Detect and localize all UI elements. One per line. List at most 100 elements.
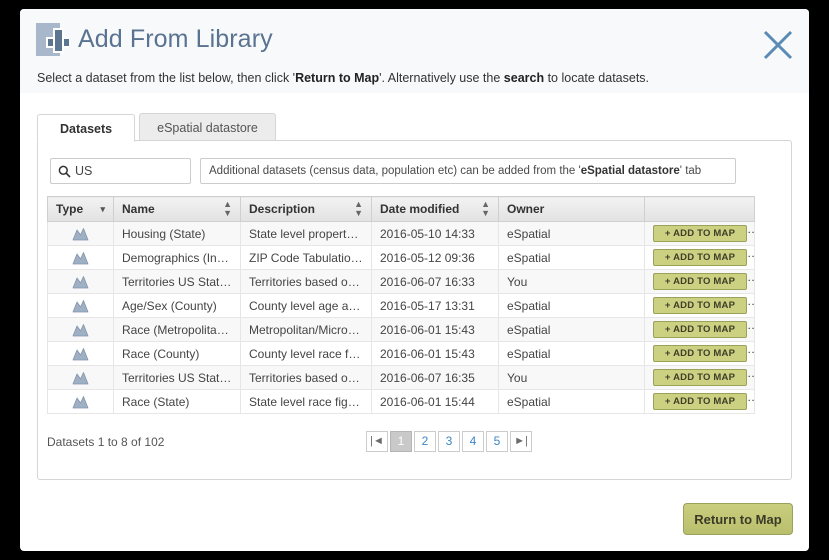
cell-name: Race (Metropolitan/M... xyxy=(113,317,241,342)
cell-type xyxy=(47,389,114,414)
table-row[interactable]: Race (Metropolitan/M... Metropolitan/Micr… xyxy=(47,317,755,342)
cell-actions: + ADD TO MAP xyxy=(644,245,755,270)
cell-description: Territories based on ... xyxy=(240,269,372,294)
add-document-icon xyxy=(36,23,69,56)
add-to-map-button[interactable]: + ADD TO MAP xyxy=(653,273,747,290)
cell-date-modified: 2016-06-01 15:43 xyxy=(371,317,499,342)
cell-type xyxy=(47,221,114,246)
cell-actions: + ADD TO MAP xyxy=(644,221,755,246)
cell-actions: + ADD TO MAP xyxy=(644,293,755,318)
table-row[interactable]: Territories US States 3 Territories based… xyxy=(47,365,755,390)
cell-description: County level race fig... xyxy=(240,341,372,366)
table-row[interactable]: Demographics (India... ZIP Code Tabulatio… xyxy=(47,245,755,270)
return-to-map-button[interactable]: Return to Map xyxy=(683,503,793,535)
cell-date-modified: 2016-06-07 16:35 xyxy=(371,365,499,390)
dialog-title-row: Add From Library xyxy=(20,9,809,56)
add-to-map-button[interactable]: + ADD TO MAP xyxy=(653,321,747,338)
info-text-1: Additional datasets (census data, popula… xyxy=(209,165,581,177)
map-layer-icon xyxy=(72,372,89,385)
cell-owner: eSpatial xyxy=(498,293,645,318)
page-button-5[interactable]: 5 xyxy=(486,431,508,452)
column-header-owner[interactable]: Owner xyxy=(498,196,645,222)
page-first-button[interactable]: |◄ xyxy=(366,431,388,452)
add-to-map-button[interactable]: + ADD TO MAP xyxy=(653,345,747,362)
search-icon xyxy=(58,165,71,178)
dialog-subtitle: Select a dataset from the list below, th… xyxy=(37,71,649,85)
page-button-4[interactable]: 4 xyxy=(462,431,484,452)
chevron-down-icon: ▾ xyxy=(100,203,105,214)
add-to-map-button[interactable]: + ADD TO MAP xyxy=(653,369,747,386)
tab-bar: Datasets eSpatial datastore xyxy=(37,112,792,142)
page-title: Add From Library xyxy=(78,25,273,53)
cell-actions: + ADD TO MAP xyxy=(644,317,755,342)
column-header-name[interactable]: Name ▲ ▼ xyxy=(113,196,241,222)
cell-description: Metropolitan/Micropo... xyxy=(240,317,372,342)
map-layer-icon xyxy=(72,348,89,361)
cell-name: Race (County) xyxy=(113,341,241,366)
tab-espatial-datastore[interactable]: eSpatial datastore xyxy=(139,113,276,141)
search-box[interactable] xyxy=(50,158,191,184)
pagination: |◄ 1 2 3 4 5 ►| xyxy=(366,431,534,452)
cell-type xyxy=(47,293,114,318)
map-layer-icon xyxy=(72,228,89,241)
cell-actions: + ADD TO MAP xyxy=(644,269,755,294)
add-to-map-button[interactable]: + ADD TO MAP xyxy=(653,225,747,242)
cell-type xyxy=(47,365,114,390)
column-header-actions xyxy=(644,196,755,222)
cell-description: ZIP Code Tabulation ... xyxy=(240,245,372,270)
cell-description: State level property u... xyxy=(240,221,372,246)
add-to-map-button[interactable]: + ADD TO MAP xyxy=(653,393,747,410)
cell-description: State level race figur... xyxy=(240,389,372,414)
map-layer-icon xyxy=(72,276,89,289)
subtitle-text-1: Select a dataset from the list below, th… xyxy=(37,71,296,85)
subtitle-text-3: to locate datasets. xyxy=(544,71,650,85)
cell-name: Race (State) xyxy=(113,389,241,414)
column-header-description[interactable]: Description ▲ ▼ xyxy=(240,196,372,222)
column-header-date-modified-label: Date modified xyxy=(380,202,460,216)
map-layer-icon xyxy=(72,324,89,337)
cell-type xyxy=(47,245,114,270)
table-row[interactable]: Housing (State) State level property u...… xyxy=(47,221,755,246)
cell-name: Age/Sex (County) xyxy=(113,293,241,318)
cell-date-modified: 2016-06-01 15:43 xyxy=(371,341,499,366)
cell-description: County level age and... xyxy=(240,293,372,318)
datasets-table-body: Housing (State) State level property u...… xyxy=(47,221,755,414)
cell-owner: You xyxy=(498,365,645,390)
info-text-2: ' tab xyxy=(679,165,702,177)
cell-description: Territories based on ... xyxy=(240,365,372,390)
page-last-button[interactable]: ►| xyxy=(510,431,532,452)
pagination-row: Datasets 1 to 8 of 102 |◄ 1 2 3 4 5 ►| xyxy=(47,431,791,453)
search-input[interactable] xyxy=(75,164,179,178)
cell-owner: eSpatial xyxy=(498,341,645,366)
dialog-footer: Return to Map xyxy=(683,503,793,535)
cell-name: Housing (State) xyxy=(113,221,241,246)
cell-actions: + ADD TO MAP xyxy=(644,341,755,366)
add-to-map-button[interactable]: + ADD TO MAP xyxy=(653,249,747,266)
datastore-info-message: Additional datasets (census data, popula… xyxy=(200,158,736,184)
column-header-date-modified[interactable]: Date modified ▲ ▼ xyxy=(371,196,499,222)
page-button-1[interactable]: 1 xyxy=(390,431,412,452)
add-to-map-button[interactable]: + ADD TO MAP xyxy=(653,297,747,314)
cell-owner: eSpatial xyxy=(498,245,645,270)
page-button-3[interactable]: 3 xyxy=(438,431,460,452)
table-row[interactable]: Race (State) State level race figur... 201… xyxy=(47,389,755,414)
sort-updown-icon: ▲ ▼ xyxy=(354,199,363,218)
info-bold-datastore: eSpatial datastore xyxy=(580,165,680,177)
sort-updown-icon: ▲ ▼ xyxy=(481,199,490,218)
cell-type xyxy=(47,341,114,366)
cell-name: Territories US States 3 xyxy=(113,365,241,390)
page-button-2[interactable]: 2 xyxy=(414,431,436,452)
table-header-row: Type ▾ Name ▲ ▼ Description ▲ ▼ Date mod… xyxy=(47,196,755,222)
close-icon[interactable] xyxy=(761,28,795,62)
table-row[interactable]: Race (County) County level race fig... 201… xyxy=(47,341,755,366)
cell-actions: + ADD TO MAP xyxy=(644,365,755,390)
dialog-header: Add From Library Select a dataset from t… xyxy=(20,9,809,93)
cell-type xyxy=(47,317,114,342)
column-header-owner-label: Owner xyxy=(507,202,545,216)
tab-datasets[interactable]: Datasets xyxy=(37,114,136,142)
table-row[interactable]: Territories US States 2 Territories based… xyxy=(47,269,755,294)
sort-updown-icon: ▲ ▼ xyxy=(223,199,232,218)
table-row[interactable]: Age/Sex (County) County level age and... 2… xyxy=(47,293,755,318)
cell-date-modified: 2016-05-10 14:33 xyxy=(371,221,499,246)
column-header-type[interactable]: Type ▾ xyxy=(47,196,114,222)
